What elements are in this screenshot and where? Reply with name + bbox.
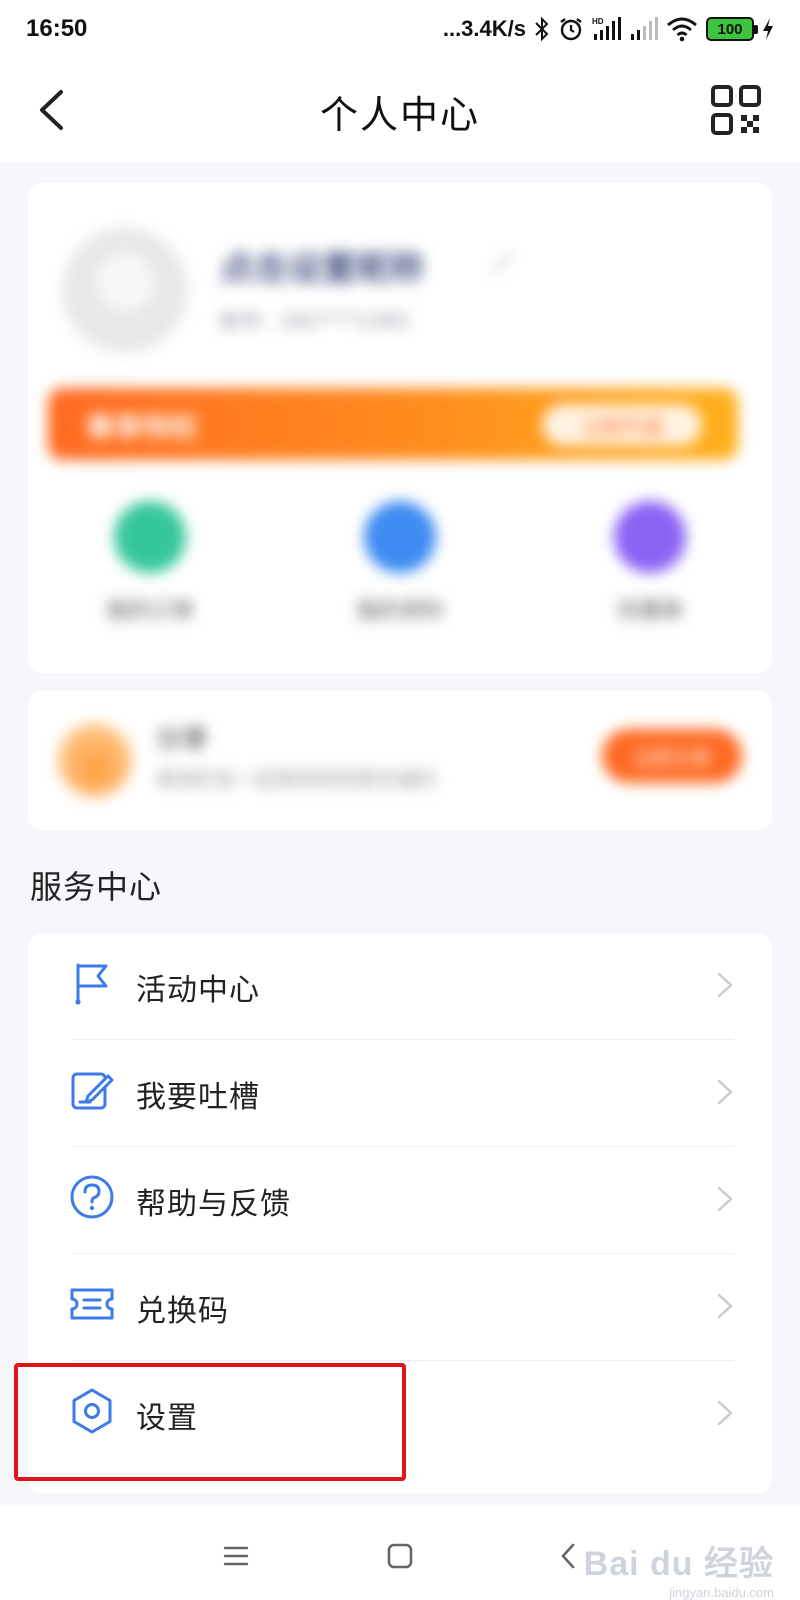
- bluetooth-icon: [534, 15, 550, 43]
- hamburger-icon: [223, 1546, 249, 1566]
- profile-icon: [364, 501, 436, 573]
- chevron-right-icon: [717, 1079, 733, 1105]
- quick-action-coupons[interactable]: 优惠券: [550, 501, 750, 625]
- back-nav-button[interactable]: [548, 1536, 588, 1576]
- menu-item-label: 帮助与反馈: [136, 1187, 291, 1222]
- home-button[interactable]: [380, 1536, 420, 1576]
- flag-icon: [75, 963, 108, 1005]
- status-bar: 16:50 ...3.4K/s HD 100: [0, 0, 800, 58]
- chevron-right-icon: [717, 1186, 733, 1212]
- edit-note-icon: [71, 1072, 114, 1110]
- promo-title: 分享: [156, 725, 209, 755]
- menu-item-help-feedback[interactable]: 帮助与反馈: [28, 1147, 772, 1254]
- gift-icon: [58, 723, 132, 797]
- promo-subtitle: 邀请好友一起使用享受更多福利: [156, 767, 436, 791]
- qr-code-button[interactable]: [710, 84, 762, 136]
- battery-indicator: 100: [706, 17, 758, 41]
- chevron-right-icon: [717, 1293, 733, 1319]
- nickname[interactable]: 点击设置昵称: [220, 241, 424, 290]
- ticket-icon: [70, 1288, 114, 1320]
- back-triangle-icon: [561, 1543, 575, 1569]
- menu-item-label: 兑换码: [136, 1294, 229, 1329]
- menu-item-label: 我要吐槽: [136, 1080, 260, 1115]
- avatar[interactable]: [62, 227, 188, 353]
- vip-banner-text: 尊享特权: [86, 411, 199, 444]
- chevron-right-icon: [717, 1400, 733, 1426]
- page-title: 个人中心: [319, 93, 480, 137]
- profile-card: 点击设置昵称 账号：181****1365 尊享特权 立即开通 我的订单 我的资…: [28, 183, 772, 673]
- menu-item-feedback-complaint[interactable]: 我要吐槽: [28, 1040, 772, 1147]
- quick-action-label: 我的订单: [105, 599, 194, 624]
- quick-action-profile[interactable]: 我的资料: [300, 501, 500, 625]
- wifi-icon: [666, 15, 698, 43]
- watermark: Bai du 经验 jingyan.baidu.com: [584, 1536, 774, 1600]
- edit-icon[interactable]: [490, 245, 516, 279]
- orders-icon: [114, 501, 186, 573]
- vip-banner[interactable]: 尊享特权 立即开通: [48, 388, 738, 460]
- hd-signal-icon: HD: [592, 15, 622, 43]
- promo-card: 分享 邀请好友一起使用享受更多福利 立即分享: [28, 691, 772, 831]
- qr-code-icon: [711, 85, 761, 135]
- chevron-right-icon: [717, 972, 733, 998]
- signal-icon: [630, 15, 658, 43]
- menu-button[interactable]: [216, 1536, 256, 1576]
- menu-item-settings[interactable]: 设置: [28, 1361, 772, 1468]
- charging-icon: [762, 15, 774, 43]
- nav-bar: 个人中心: [0, 58, 800, 162]
- status-time: 16:50: [26, 15, 88, 42]
- account-number: 账号：181****1365: [220, 309, 410, 333]
- coupon-icon: [614, 501, 686, 573]
- quick-action-label: 优惠券: [616, 599, 683, 624]
- avatar-placeholder: [96, 253, 154, 311]
- system-nav-bar: Bai du 经验 jingyan.baidu.com: [0, 1506, 800, 1600]
- promo-button[interactable]: 立即分享: [602, 729, 742, 783]
- vip-open-button[interactable]: 立即开通: [542, 404, 702, 446]
- menu-item-activity-center[interactable]: 活动中心: [28, 933, 772, 1040]
- watermark-url: jingyan.baidu.com: [669, 1585, 774, 1600]
- status-icons: ...3.4K/s HD 100: [443, 15, 774, 43]
- service-menu: 活动中心 我要吐槽 帮助与反馈 兑换码 设置: [28, 933, 772, 1493]
- network-speed: ...3.4K/s: [442, 16, 526, 41]
- settings-hexagon-icon: [72, 1388, 112, 1434]
- quick-action-orders[interactable]: 我的订单: [50, 501, 250, 625]
- menu-item-label: 活动中心: [136, 973, 260, 1008]
- section-title-services: 服务中心: [30, 868, 163, 906]
- svg-text:HD: HD: [592, 17, 604, 26]
- watermark-logo-text: Bai du 经验: [583, 1545, 774, 1583]
- quick-action-label: 我的资料: [355, 599, 444, 624]
- alarm-icon: [558, 15, 584, 43]
- help-circle-icon: [70, 1175, 114, 1219]
- menu-item-label: 设置: [136, 1401, 198, 1436]
- home-square-icon: [387, 1543, 413, 1569]
- menu-item-redeem-code[interactable]: 兑换码: [28, 1254, 772, 1361]
